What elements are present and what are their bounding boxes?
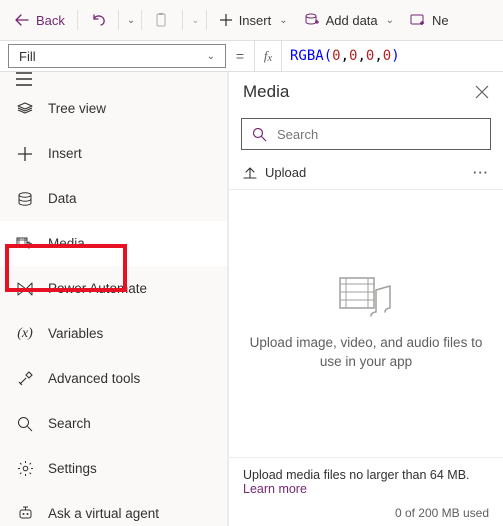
property-selector[interactable]: Fill ⌄: [8, 44, 226, 68]
nav-label: Ask a virtual agent: [48, 506, 159, 521]
nav-variables[interactable]: (x) Variables: [0, 311, 227, 356]
nav-label: Settings: [48, 461, 97, 476]
paste-menu-chevron[interactable]: ⌄: [191, 15, 199, 26]
upload-label: Upload: [265, 165, 306, 180]
add-data-label: Add data: [326, 13, 378, 28]
left-nav: Tree view Insert Data Media Power Automa…: [0, 72, 228, 526]
nav-settings[interactable]: Settings: [0, 446, 227, 491]
database-icon: [16, 190, 34, 208]
upload-icon: [243, 166, 257, 180]
back-label: Back: [36, 13, 65, 28]
nav-label: Insert: [48, 146, 82, 161]
nav-media[interactable]: Media: [0, 221, 227, 266]
separator: [118, 10, 119, 30]
new-screen-label: Ne: [432, 13, 449, 28]
insert-menu-button[interactable]: Insert ⌄: [213, 9, 294, 32]
nav-insert[interactable]: Insert: [0, 131, 227, 176]
search-icon: [16, 415, 34, 433]
nav-label: Tree view: [48, 101, 106, 116]
plus-icon: [219, 13, 233, 27]
nav-data[interactable]: Data: [0, 176, 227, 221]
nav-advanced-tools[interactable]: Advanced tools: [0, 356, 227, 401]
undo-icon: [90, 12, 106, 28]
panel-footer: Upload media files no larger than 64 MB.…: [229, 457, 503, 526]
nav-power-automate[interactable]: Power Automate: [0, 266, 227, 311]
arrow-left-icon: [14, 12, 30, 28]
back-button[interactable]: Back: [8, 8, 71, 32]
search-input[interactable]: [275, 126, 480, 143]
nav-label: Data: [48, 191, 77, 206]
chevron-down-icon: ⌄: [207, 51, 215, 62]
database-icon: [304, 12, 320, 28]
equals-label: =: [226, 41, 254, 71]
insert-label: Insert: [239, 13, 272, 28]
top-toolbar: Back ⌄ ⌄ Insert ⌄ Add data ⌄ Ne: [0, 0, 503, 40]
search-icon: [252, 127, 267, 142]
media-panel: Media Upload ···: [228, 72, 503, 526]
hamburger-icon: [16, 72, 32, 86]
gear-icon: [16, 460, 34, 478]
add-data-button[interactable]: Add data ⌄: [298, 8, 400, 32]
nav-label: Variables: [48, 326, 103, 341]
media-large-icon: [338, 276, 394, 320]
undo-menu-chevron[interactable]: ⌄: [127, 15, 135, 26]
fx-button[interactable]: fx: [254, 41, 282, 71]
empty-message: Upload image, video, and audio files to …: [249, 334, 483, 372]
learn-more-link[interactable]: Learn more: [243, 482, 489, 496]
formula-input[interactable]: RGBA(0, 0, 0, 0): [282, 41, 503, 71]
nav-label: Media: [48, 236, 85, 251]
search-input-wrapper[interactable]: [241, 118, 491, 150]
empty-state: Upload image, video, and audio files to …: [229, 190, 503, 457]
tools-icon: [16, 370, 34, 388]
nav-label: Search: [48, 416, 91, 431]
media-icon: [16, 235, 34, 253]
nav-tree-view[interactable]: Tree view: [0, 86, 227, 131]
separator: [77, 10, 78, 30]
close-button[interactable]: [475, 85, 489, 99]
usage-text: 0 of 200 MB used: [243, 506, 489, 520]
clipboard-icon: [154, 12, 170, 28]
panel-title: Media: [243, 82, 289, 102]
formula-fn: RGBA: [290, 48, 324, 64]
nav-search[interactable]: Search: [0, 401, 227, 446]
nav-toggle-button[interactable]: [0, 72, 227, 86]
property-name: Fill: [19, 49, 36, 64]
separator: [141, 10, 142, 30]
separator: [182, 10, 183, 30]
variable-icon: (x): [16, 325, 34, 343]
footer-message: Upload media files no larger than 64 MB.: [243, 468, 489, 482]
nav-label: Advanced tools: [48, 371, 140, 386]
new-screen-button[interactable]: Ne: [404, 8, 455, 32]
nav-label: Power Automate: [48, 281, 147, 296]
chevron-down-icon: ⌄: [386, 15, 394, 26]
nav-virtual-agent[interactable]: Ask a virtual agent: [0, 491, 227, 526]
plus-icon: [16, 145, 34, 163]
paste-button[interactable]: [148, 8, 176, 32]
new-screen-icon: [410, 12, 426, 28]
formula-bar: Fill ⌄ = fx RGBA(0, 0, 0, 0): [0, 40, 503, 72]
layers-icon: [16, 100, 34, 118]
more-options-button[interactable]: ···: [473, 165, 489, 180]
separator: [206, 10, 207, 30]
flow-icon: [16, 280, 34, 298]
chevron-down-icon: ⌄: [279, 15, 287, 26]
upload-button[interactable]: Upload: [243, 165, 306, 180]
close-icon: [475, 85, 489, 99]
undo-button[interactable]: [84, 8, 112, 32]
bot-icon: [16, 505, 34, 523]
